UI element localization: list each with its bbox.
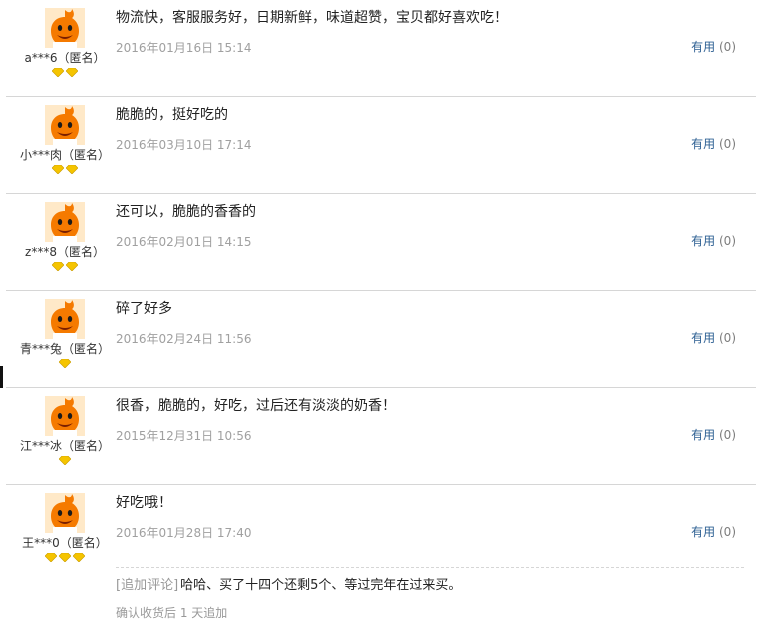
review-item: 江***冰（匿名） 很香，脆脆的，好吃，过后还有淡淡的奶香！ 2015年12月3… <box>6 388 756 485</box>
useful-button[interactable]: 有用 <box>691 428 715 442</box>
default-avatar-icon[interactable] <box>45 202 85 242</box>
review-text: 碎了好多 <box>116 301 172 317</box>
review-item: 青***兔（匿名） 碎了好多 2016年02月24日 11:56 有用 (0) <box>6 291 756 388</box>
useful-button[interactable]: 有用 <box>691 137 715 151</box>
review-text: 物流快，客服服务好，日期新鲜，味道超赞，宝贝都好喜欢吃！ <box>116 10 508 26</box>
review-text: 还可以，脆脆的香香的 <box>116 204 256 220</box>
diamond-badge-icon <box>73 553 85 562</box>
review-date: 2015年12月31日 10:56 <box>116 429 252 443</box>
review-text: 很香，脆脆的，好吃，过后还有淡淡的奶香！ <box>116 398 396 414</box>
useful-button[interactable]: 有用 <box>691 234 715 248</box>
reviewer-info: 小***肉（匿名） <box>6 105 124 177</box>
review-date: 2016年01月16日 15:14 <box>116 41 252 55</box>
useful-button[interactable]: 有用 <box>691 40 715 54</box>
review-item: a***6（匿名） 物流快，客服服务好，日期新鲜，味道超赞，宝贝都好喜欢吃！ 2… <box>6 0 756 97</box>
reviewer-level-badges <box>6 456 124 468</box>
useful-count: (0) <box>719 331 736 345</box>
reviewer-name: 江***冰（匿名） <box>19 439 110 453</box>
reviewer-info: 王***0（匿名） <box>6 493 124 565</box>
review-content: 还可以，脆脆的香香的 2016年02月01日 14:15 <box>116 202 736 250</box>
reviewer-info: a***6（匿名） <box>6 8 124 80</box>
reviewer-name: 青***兔（匿名） <box>19 342 110 356</box>
diamond-badge-icon <box>52 165 64 174</box>
review-text: 好吃哦！ <box>116 495 172 511</box>
useful-vote: 有用 (0) <box>691 135 736 152</box>
useful-vote: 有用 (0) <box>691 38 736 55</box>
review-content: 碎了好多 2016年02月24日 11:56 <box>116 299 736 347</box>
reviewer-name: 小***肉（匿名） <box>19 148 110 162</box>
review-item: 王***0（匿名） 好吃哦！ 2016年01月28日 17:40 有用 (0) … <box>6 485 756 625</box>
reviewer-info: z***8（匿名） <box>6 202 124 274</box>
useful-vote: 有用 (0) <box>691 426 736 443</box>
review-item: z***8（匿名） 还可以，脆脆的香香的 2016年02月01日 14:15 有… <box>6 194 756 291</box>
reviewer-level-badges <box>6 165 124 177</box>
review-date: 2016年03月10日 17:14 <box>116 138 252 152</box>
reviewer-level-badges <box>6 262 124 274</box>
review-content: 脆脆的，挺好吃的 2016年03月10日 17:14 <box>116 105 736 153</box>
reviewer-name: 王***0（匿名） <box>22 536 108 550</box>
default-avatar-icon[interactable] <box>45 396 85 436</box>
diamond-badge-icon <box>52 262 64 271</box>
reviewer-info: 青***兔（匿名） <box>6 299 124 371</box>
useful-vote: 有用 (0) <box>691 329 736 346</box>
review-content: 物流快，客服服务好，日期新鲜，味道超赞，宝贝都好喜欢吃！ 2016年01月16日… <box>116 8 736 56</box>
review-date: 2016年02月01日 14:15 <box>116 235 252 249</box>
diamond-badge-icon <box>66 262 78 271</box>
default-avatar-icon[interactable] <box>45 105 85 145</box>
default-avatar-icon[interactable] <box>45 493 85 533</box>
diamond-badge-icon <box>66 165 78 174</box>
useful-vote: 有用 (0) <box>691 523 736 540</box>
useful-count: (0) <box>719 525 736 539</box>
useful-vote: 有用 (0) <box>691 232 736 249</box>
reviewer-name: a***6（匿名） <box>24 51 106 65</box>
useful-button[interactable]: 有用 <box>691 331 715 345</box>
diamond-badge-icon <box>59 553 71 562</box>
review-list: a***6（匿名） 物流快，客服服务好，日期新鲜，味道超赞，宝贝都好喜欢吃！ 2… <box>6 0 756 625</box>
appended-review-text: 哈哈、买了十四个还剩5个、等过完年在过来买。 <box>180 578 462 593</box>
reviewer-info: 江***冰（匿名） <box>6 396 124 468</box>
diamond-badge-icon <box>52 68 64 77</box>
review-content: 好吃哦！ 2016年01月28日 17:40 <box>116 493 736 541</box>
review-text: 脆脆的，挺好吃的 <box>116 107 228 123</box>
appended-review-note: 确认收货后 1 天追加 <box>116 606 228 620</box>
reviewer-level-badges <box>6 359 124 371</box>
appended-review-tag: [追加评论] <box>116 578 179 593</box>
useful-count: (0) <box>719 40 736 54</box>
review-date: 2016年02月24日 11:56 <box>116 332 252 346</box>
page-edge-marker <box>0 366 3 388</box>
useful-button[interactable]: 有用 <box>691 525 715 539</box>
appended-review: [追加评论] 哈哈、买了十四个还剩5个、等过完年在过来买。 确认收货后 1 天追加 <box>116 567 744 621</box>
useful-count: (0) <box>719 137 736 151</box>
reviewer-name: z***8（匿名） <box>25 245 105 259</box>
diamond-badge-icon <box>45 553 57 562</box>
diamond-badge-icon <box>66 68 78 77</box>
diamond-badge-icon <box>59 456 71 465</box>
review-date: 2016年01月28日 17:40 <box>116 526 252 540</box>
useful-count: (0) <box>719 428 736 442</box>
default-avatar-icon[interactable] <box>45 299 85 339</box>
useful-count: (0) <box>719 234 736 248</box>
reviewer-level-badges <box>6 553 124 565</box>
diamond-badge-icon <box>59 359 71 368</box>
reviewer-level-badges <box>6 68 124 80</box>
review-content: 很香，脆脆的，好吃，过后还有淡淡的奶香！ 2015年12月31日 10:56 <box>116 396 736 444</box>
review-item: 小***肉（匿名） 脆脆的，挺好吃的 2016年03月10日 17:14 有用 … <box>6 97 756 194</box>
default-avatar-icon[interactable] <box>45 8 85 48</box>
